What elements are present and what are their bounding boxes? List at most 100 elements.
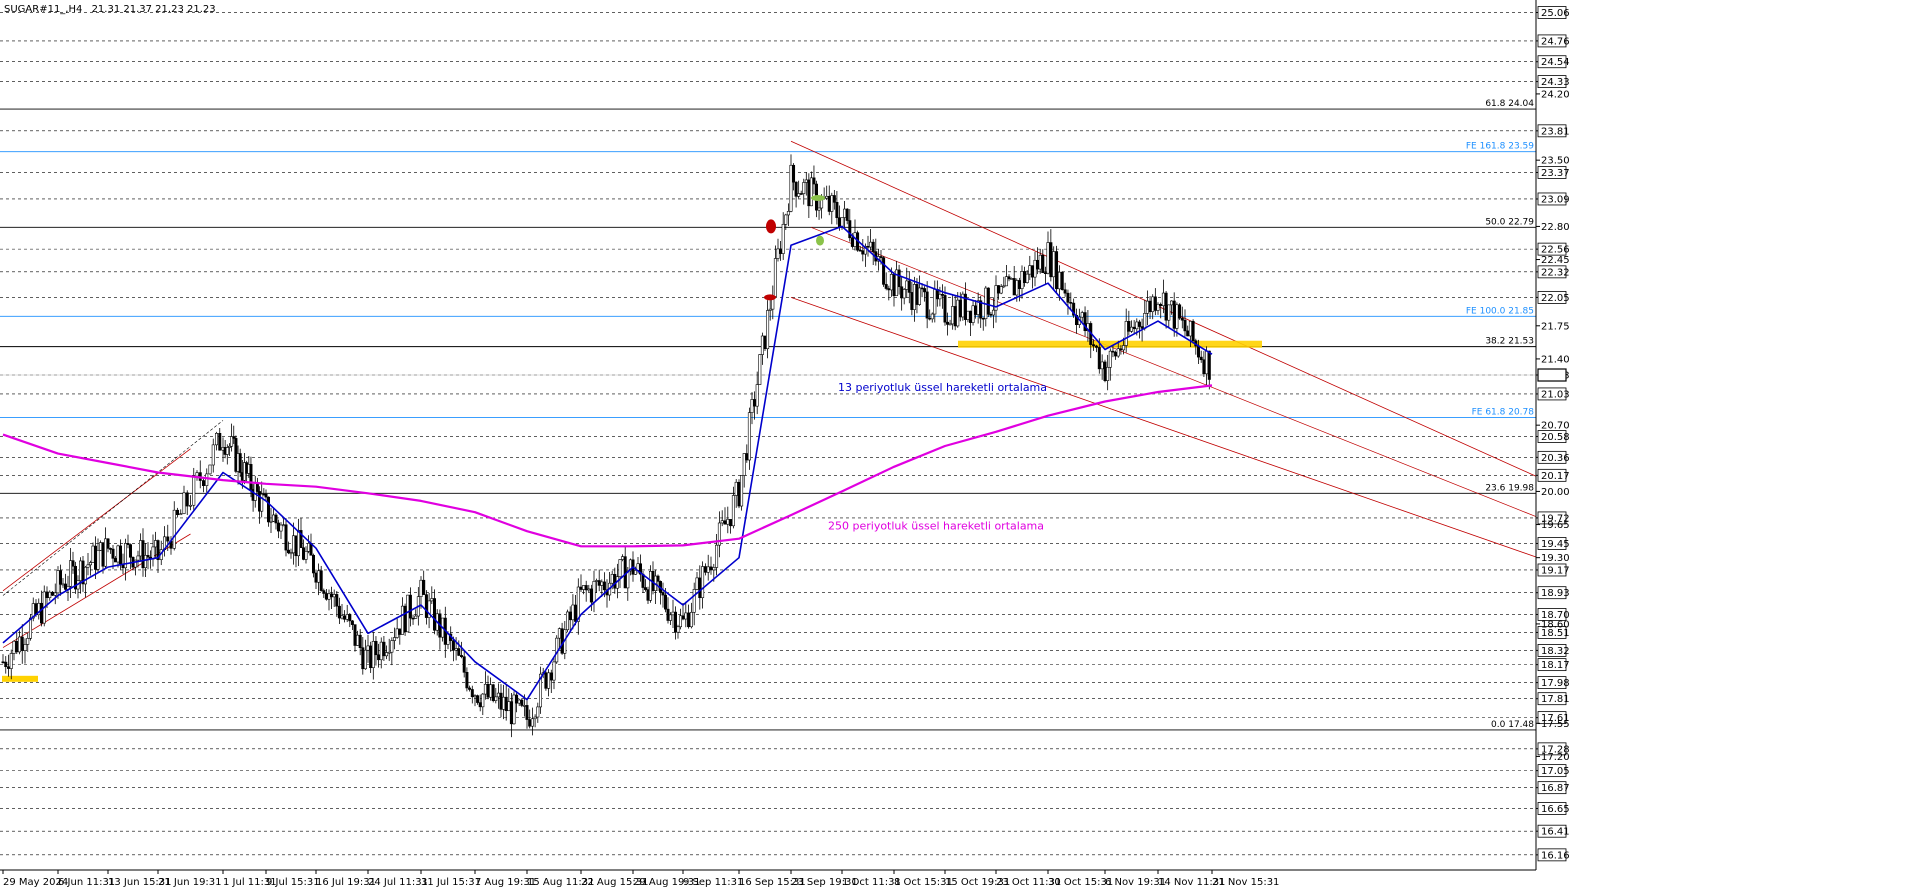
candle-body (915, 284, 919, 305)
candle-body (179, 513, 183, 516)
candle-body (681, 615, 685, 620)
candle-body (301, 547, 305, 560)
price-tick-label: 16.87 (1541, 783, 1570, 794)
candle-body (255, 482, 259, 492)
candle-body (1143, 313, 1147, 329)
candle-body (920, 287, 924, 290)
candle-body (776, 248, 780, 259)
price-tick-label: 18.60 (1541, 619, 1570, 630)
candle-body (1205, 350, 1209, 375)
candle-body (106, 538, 110, 549)
candle-body (86, 564, 90, 568)
price-tick-label: 18.17 (1541, 660, 1570, 671)
candle-body (809, 177, 813, 207)
candle-body (792, 164, 796, 183)
candle-body (1130, 326, 1134, 332)
candle-body (951, 306, 955, 325)
candle-body (1164, 292, 1168, 321)
fib-level-label: 0.0 17.48 (1491, 720, 1534, 730)
sell-signal-marker (766, 219, 776, 234)
candle-body (1207, 350, 1211, 380)
candle-body (552, 661, 556, 681)
candle-body (861, 250, 865, 255)
candle-body (706, 566, 710, 573)
candle-body (1010, 278, 1014, 280)
candle-body (663, 594, 667, 610)
candle-body (879, 256, 883, 258)
candle-body (314, 572, 318, 583)
fib-level-label: 61.8 24.04 (1485, 99, 1534, 109)
candle-body (618, 559, 622, 577)
time-tick-label: 21 Nov 15:31 (1212, 877, 1279, 888)
candle-body (1156, 303, 1160, 311)
candle-body (999, 286, 1003, 294)
candle-body (1167, 304, 1171, 321)
candle-body (933, 289, 937, 315)
candle-body (584, 585, 588, 591)
candle-body (698, 577, 702, 599)
candle-body (291, 535, 295, 554)
candle-body (91, 545, 95, 563)
price-chart[interactable]: 61.8 24.04 FE 161.8 23.59 50.0 22.79 FE 100… (0, 0, 1916, 888)
candle-body (1023, 271, 1027, 283)
candle-body (925, 291, 929, 319)
candle-body (294, 535, 298, 557)
candle-body (666, 608, 670, 621)
candle-body (28, 617, 32, 639)
price-tick-label: 23.50 (1541, 156, 1570, 167)
candle-body (99, 542, 103, 551)
price-tick-label: 20.17 (1541, 471, 1570, 482)
candle-body (430, 598, 434, 602)
candle-body (695, 577, 699, 590)
candle-body (729, 518, 733, 527)
price-tick-label: 22.32 (1541, 267, 1570, 278)
candle-body (740, 475, 744, 507)
candle-body (377, 654, 381, 661)
candle-body (274, 514, 278, 524)
price-tick-label: 22.80 (1541, 222, 1570, 233)
price-tick-label: 18.93 (1541, 588, 1570, 599)
candle-body (731, 495, 735, 527)
candle-body (84, 566, 88, 585)
candle-body (324, 593, 328, 600)
candle-body (154, 540, 158, 548)
candle-body (205, 473, 209, 486)
candle-body (330, 593, 334, 598)
candle-body (991, 309, 995, 316)
candle-body (337, 605, 341, 619)
candle-body (981, 317, 985, 320)
candle-body (411, 617, 415, 620)
price-tick-label: 22.45 (1541, 255, 1570, 266)
candle-body (910, 292, 914, 310)
candle-body (215, 433, 219, 446)
price-tick-label: 24.54 (1541, 57, 1570, 68)
candle-body (912, 284, 916, 310)
candle-body (1159, 303, 1163, 307)
candle-body (414, 615, 418, 619)
price-tick-label: 20.36 (1541, 453, 1570, 464)
candle-body (129, 544, 133, 558)
price-tick-label: 19.45 (1541, 539, 1570, 550)
price-tick-label: 16.65 (1541, 804, 1570, 815)
candle-body (119, 545, 123, 565)
candle-body (422, 579, 426, 595)
candle-body (1017, 280, 1021, 289)
candle-body (807, 179, 811, 207)
candle-body (457, 648, 461, 656)
price-tick-label: 20.00 (1541, 487, 1570, 498)
candle-body (1055, 251, 1059, 290)
candle-body (574, 604, 578, 622)
price-tick-label: 17.05 (1541, 766, 1570, 777)
candle-body (1069, 302, 1073, 304)
candle-body (371, 641, 375, 669)
candle-body (20, 636, 24, 651)
candle-body (610, 574, 614, 584)
candle-body (496, 692, 500, 698)
price-tick-label: 20.70 (1541, 421, 1570, 432)
candle-body (869, 241, 873, 248)
candle-body (48, 591, 52, 599)
candle-body (684, 612, 688, 620)
candle-body (715, 544, 719, 568)
candle-body (1191, 320, 1195, 342)
candle-body (1140, 326, 1144, 329)
